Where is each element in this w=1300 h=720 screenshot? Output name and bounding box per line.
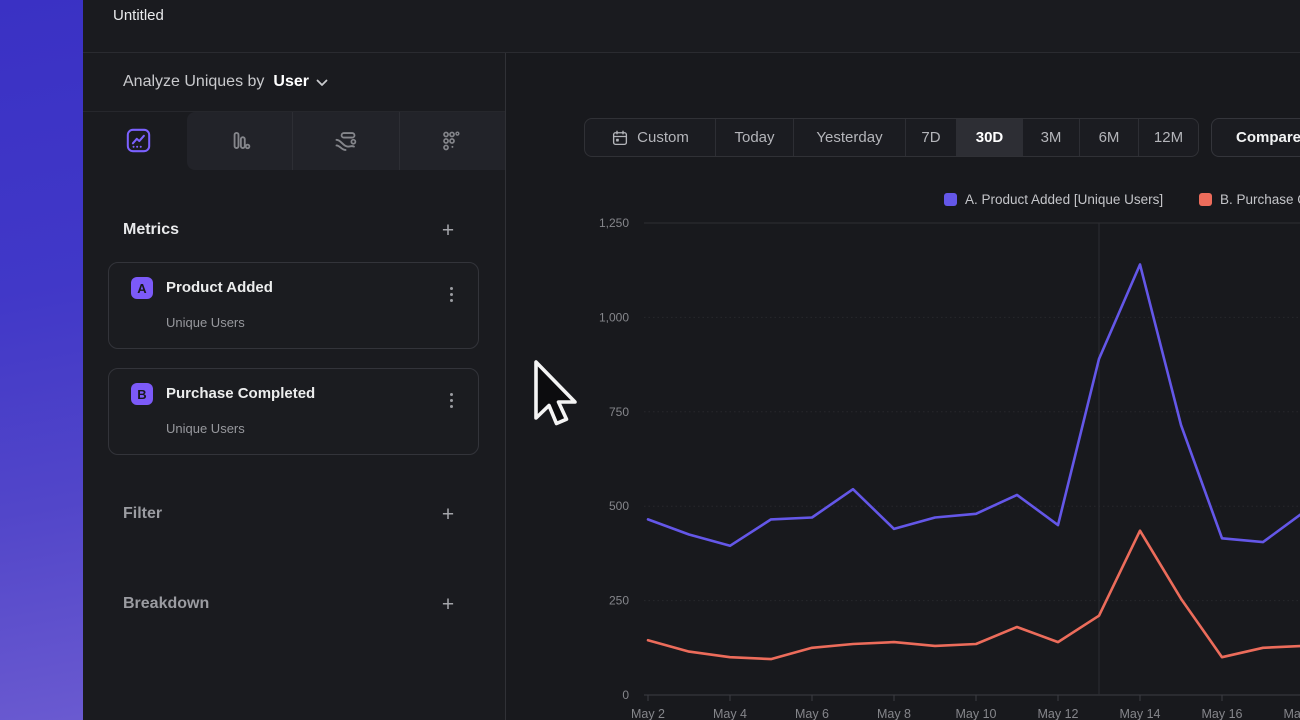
metric-name: Product Added [166, 279, 273, 296]
top-header: Untitled [83, 0, 1300, 53]
metric-badge-b: B [131, 383, 153, 405]
metrics-label: Metrics [123, 221, 179, 239]
svg-text:May 18: May 18 [1284, 707, 1300, 720]
filter-label: Filter [123, 505, 162, 523]
svg-text:250: 250 [609, 594, 629, 608]
chart-panel: Custom Today Yesterday 7D 30D 3M 6M 12M … [505, 53, 1300, 720]
left-gradient-strip [0, 0, 83, 720]
line-chart[interactable]: 0 250 500 750 1,000 1,250 May 2 May 4 May 6 May 8… [506, 53, 1300, 720]
tab-funnel-steps[interactable] [399, 112, 505, 170]
filter-section-header: Filter + [83, 503, 505, 525]
bar-chart-icon [227, 128, 253, 154]
svg-text:1,250: 1,250 [599, 216, 629, 230]
chevron-down-icon [316, 79, 328, 87]
metrics-section-header: Metrics + [83, 219, 505, 241]
unselected-tabs-panel [187, 112, 505, 170]
svg-text:May 8: May 8 [877, 707, 911, 720]
metric-measurement[interactable]: Unique Users [166, 315, 245, 330]
breakdown-section-header: Breakdown + [83, 593, 505, 615]
funnel-dots-icon [439, 128, 465, 154]
tab-flow-chart[interactable] [292, 112, 398, 170]
query-sidebar: Analyze Uniques by User [83, 53, 505, 720]
metric-badge-a: A [131, 277, 153, 299]
analyze-row: Analyze Uniques by User [83, 53, 505, 112]
metric-card-purchase-completed[interactable]: B Purchase Completed Unique Users [108, 368, 479, 455]
analyze-by-dropdown[interactable]: User [273, 73, 328, 91]
kebab-menu-icon[interactable] [444, 281, 458, 307]
breakdown-label: Breakdown [123, 595, 209, 613]
analyze-label: Analyze Uniques by [123, 73, 264, 91]
analyze-by-value: User [273, 73, 309, 91]
svg-text:May 10: May 10 [956, 707, 997, 720]
svg-text:May 16: May 16 [1202, 707, 1243, 720]
add-breakdown-button[interactable]: + [438, 594, 458, 614]
metric-card-product-added[interactable]: A Product Added Unique Users [108, 262, 479, 349]
svg-text:May 2: May 2 [631, 707, 665, 720]
svg-text:May 14: May 14 [1120, 707, 1161, 720]
flow-chart-icon [332, 128, 359, 155]
svg-text:500: 500 [609, 499, 629, 513]
svg-text:750: 750 [609, 405, 629, 419]
line-chart-icon [125, 127, 152, 154]
add-metric-button[interactable]: + [438, 220, 458, 240]
report-title[interactable]: Untitled [113, 7, 164, 24]
add-filter-button[interactable]: + [438, 504, 458, 524]
chart-type-tabs [83, 112, 505, 170]
tab-line-chart[interactable] [123, 125, 153, 155]
kebab-menu-icon[interactable] [444, 387, 458, 413]
svg-text:0: 0 [622, 688, 629, 702]
svg-text:1,000: 1,000 [599, 310, 629, 324]
svg-text:May 6: May 6 [795, 707, 829, 720]
svg-text:May 12: May 12 [1038, 707, 1079, 720]
svg-text:May 4: May 4 [713, 707, 747, 720]
metric-measurement[interactable]: Unique Users [166, 421, 245, 436]
app-window: Untitled Analyze Uniques by User [0, 0, 1300, 720]
tab-bar-chart[interactable] [187, 112, 292, 170]
metric-name: Purchase Completed [166, 385, 315, 402]
